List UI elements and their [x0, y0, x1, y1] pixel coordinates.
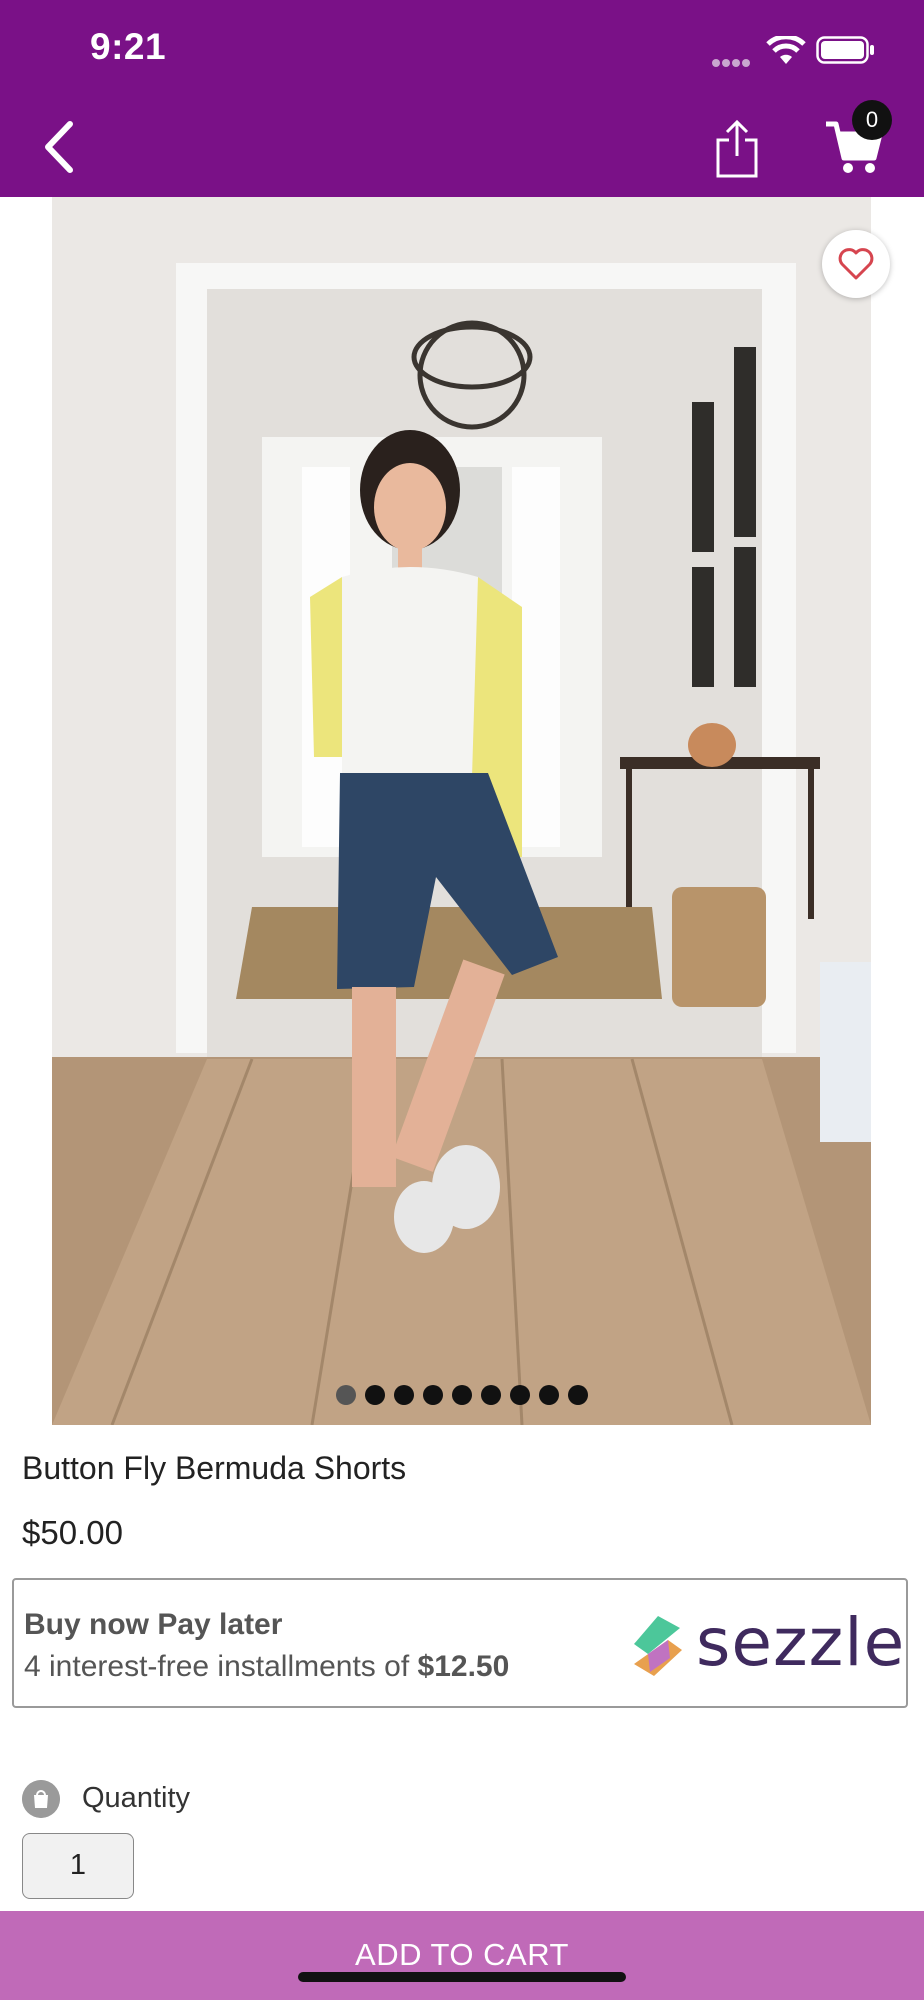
carousel-pagination — [336, 1385, 597, 1405]
wifi-icon — [766, 36, 806, 64]
favorite-button[interactable] — [822, 230, 890, 298]
cellular-signal-icon — [712, 54, 752, 67]
sezzle-mark-icon — [634, 1616, 682, 1676]
carousel-dot[interactable] — [336, 1385, 356, 1405]
quantity-input[interactable]: 1 — [22, 1833, 134, 1899]
carousel-dot[interactable] — [510, 1385, 530, 1405]
status-time: 9:21 — [90, 26, 167, 67]
carousel-dot[interactable] — [481, 1385, 501, 1405]
carousel-dot[interactable] — [423, 1385, 443, 1405]
sezzle-installments: 4 interest-free installments of $12.50 — [24, 1650, 509, 1684]
sezzle-installment-amount: $12.50 — [417, 1650, 510, 1683]
sezzle-wordmark: sezzle — [696, 1604, 906, 1681]
cart-count-badge: 0 — [852, 100, 892, 140]
add-to-cart-button[interactable]: ADD TO CART — [0, 1911, 924, 2000]
carousel-dot[interactable] — [539, 1385, 559, 1405]
heart-icon — [838, 248, 874, 280]
quantity-label: Quantity — [82, 1782, 190, 1814]
product-title: Button Fly Bermuda Shorts — [22, 1450, 407, 1486]
add-to-cart-label: ADD TO CART — [355, 1937, 569, 1972]
sezzle-heading: Buy now Pay later — [24, 1608, 283, 1641]
battery-icon — [816, 36, 874, 64]
carousel-dot[interactable] — [394, 1385, 414, 1405]
sezzle-installments-text: 4 interest-free installments of — [24, 1650, 418, 1683]
carousel-dot[interactable] — [568, 1385, 588, 1405]
carousel-dot[interactable] — [365, 1385, 385, 1405]
share-icon[interactable] — [712, 118, 762, 180]
back-button[interactable] — [38, 116, 82, 178]
carousel-dot[interactable] — [452, 1385, 472, 1405]
top-app-bar: 9:21 0 — [0, 0, 924, 197]
sezzle-logo: sezzle — [628, 1604, 904, 1681]
sezzle-promo[interactable]: Buy now Pay later 4 interest-free instal… — [12, 1578, 908, 1708]
product-image-carousel[interactable] — [52, 197, 871, 1425]
home-indicator — [298, 1972, 626, 1982]
product-price: $50.00 — [22, 1514, 123, 1551]
product-photo — [52, 197, 871, 1425]
shopping-bag-icon — [22, 1780, 60, 1818]
